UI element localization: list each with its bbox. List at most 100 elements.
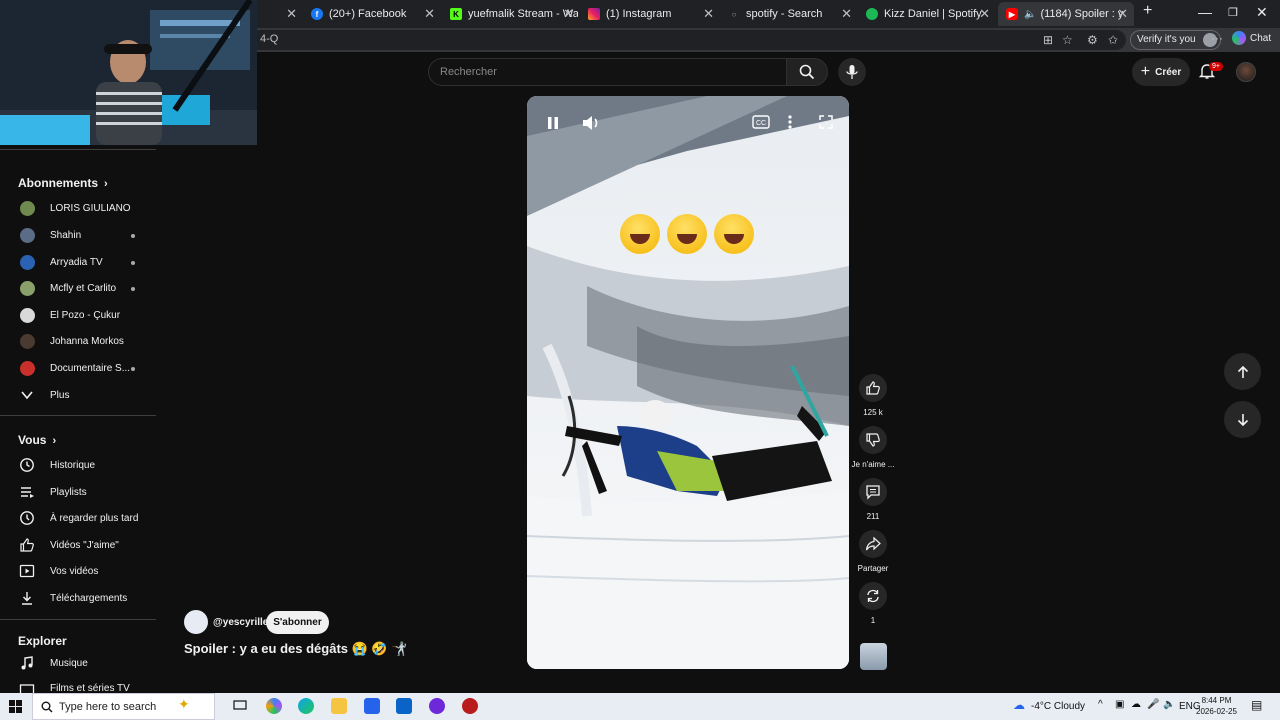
- favorites-icon[interactable]: ✩: [1108, 33, 1118, 47]
- more-options-button[interactable]: [787, 114, 793, 130]
- url-field[interactable]: 4-Q: [250, 30, 1126, 50]
- subscribe-button[interactable]: S'abonner: [266, 611, 329, 634]
- sidebar-item-playlists[interactable]: Playlists: [0, 479, 158, 505]
- sidebar-item-subscription[interactable]: LORIS GIULIANO: [0, 195, 158, 221]
- microphone-icon[interactable]: 🎤: [1147, 699, 1159, 710]
- tab-facebook[interactable]: f (20+) Facebook ✕: [303, 2, 441, 26]
- volume-button[interactable]: [581, 114, 601, 132]
- edge-browser-icon[interactable]: [298, 698, 314, 714]
- network-icon[interactable]: ▣: [1115, 699, 1124, 710]
- create-button[interactable]: + Créer: [1132, 58, 1190, 86]
- close-icon[interactable]: ✕: [703, 6, 714, 22]
- window-close-icon[interactable]: ✕: [1256, 4, 1268, 21]
- shorts-video-player[interactable]: CC: [527, 96, 849, 669]
- close-icon[interactable]: ✕: [563, 6, 574, 22]
- tab-label: (1184) Spoiler : y a eu d: [1040, 8, 1124, 20]
- remix-button[interactable]: [859, 582, 887, 610]
- downloads-icon: [19, 590, 35, 606]
- verify-profile-button[interactable]: Verify it's you: [1130, 30, 1221, 50]
- tab-instagram[interactable]: (1) Instagram ✕: [580, 2, 720, 26]
- new-content-dot: [131, 287, 135, 291]
- sound-thumbnail[interactable]: [860, 643, 887, 670]
- sidebar-item-subscription[interactable]: Mcfly et Carlito: [0, 275, 158, 301]
- you-header[interactable]: Vous ›: [18, 433, 56, 447]
- like-button[interactable]: [859, 374, 887, 402]
- tab-partial[interactable]: ✕: [258, 2, 303, 26]
- previous-video-button[interactable]: [1224, 353, 1261, 390]
- close-icon[interactable]: ✕: [1117, 6, 1128, 22]
- notification-center-icon[interactable]: ▤: [1251, 698, 1262, 712]
- microsoft-store-icon[interactable]: [364, 698, 380, 714]
- verify-label: Verify it's you: [1137, 34, 1196, 45]
- tab-kick[interactable]: K yuefmalik Stream - Watch Li ✕: [442, 2, 580, 26]
- playlists-label: Playlists: [50, 486, 87, 498]
- notification-badge: 9+: [1209, 62, 1223, 71]
- tab-youtube-active[interactable]: ▶ 🔈 (1184) Spoiler : y a eu d ✕: [998, 2, 1134, 26]
- chevron-up-icon[interactable]: ^: [1098, 699, 1103, 710]
- sidebar-item-your-videos[interactable]: Vos vidéos: [0, 558, 158, 584]
- tab-spotify[interactable]: Kizz Daniel | Spotify ✕: [858, 2, 996, 26]
- outlook-icon[interactable]: [396, 698, 412, 714]
- sidebar-item-movies[interactable]: Films et séries TV: [0, 677, 158, 693]
- extensions-icon[interactable]: ⚙: [1087, 33, 1098, 47]
- speaker-icon[interactable]: 🔈: [1163, 699, 1175, 710]
- search-button[interactable]: [786, 58, 828, 86]
- sidebar-item-subscription[interactable]: Arryadia TV: [0, 249, 158, 275]
- weather-label[interactable]: -4°C Cloudy: [1031, 701, 1085, 712]
- channel-name: El Pozo - Çukur: [50, 309, 121, 321]
- clock[interactable]: 8:44 PM 2026-02-25: [1196, 695, 1237, 717]
- video-title[interactable]: Spoiler : y a eu des dégâts 😭 🤣 🤺: [184, 641, 407, 657]
- search-highlight-icon[interactable]: ✦: [178, 696, 190, 713]
- voice-search-button[interactable]: [838, 58, 866, 86]
- obs-icon[interactable]: [462, 698, 478, 714]
- channel-handle[interactable]: @yescyrille: [213, 617, 268, 628]
- restore-icon[interactable]: ❐: [1228, 6, 1238, 19]
- playlists-icon: [19, 484, 35, 500]
- fullscreen-button[interactable]: [818, 114, 834, 130]
- speaker-icon[interactable]: 🔈: [1024, 9, 1036, 20]
- sidebar-item-watch-later[interactable]: À regarder plus tard: [0, 505, 158, 531]
- close-icon[interactable]: ✕: [979, 6, 990, 22]
- windows-start-icon[interactable]: [9, 700, 22, 713]
- search-input[interactable]: Rechercher: [428, 58, 786, 86]
- sidebar-item-liked-videos[interactable]: Vidéos "J'aime": [0, 532, 158, 558]
- close-icon[interactable]: ✕: [286, 6, 297, 22]
- sidebar-item-subscription[interactable]: El Pozo - Çukur: [0, 302, 158, 328]
- dislike-button[interactable]: [859, 426, 887, 454]
- sidebar-item-subscription[interactable]: Johanna Morkos: [0, 328, 158, 354]
- more-label: Plus: [50, 389, 70, 401]
- laughing-emoji-icon: [714, 214, 754, 254]
- onedrive-icon[interactable]: ☁: [1131, 699, 1141, 710]
- close-icon[interactable]: ✕: [424, 6, 435, 22]
- sidebar-item-history[interactable]: Historique: [0, 452, 158, 478]
- install-app-icon[interactable]: ⊞: [1043, 33, 1053, 47]
- copilot-icon[interactable]: [266, 698, 282, 714]
- watch-later-icon: [19, 510, 35, 526]
- weather-icon[interactable]: ☁: [1013, 698, 1025, 712]
- close-icon[interactable]: ✕: [841, 6, 852, 22]
- menu-dots-icon[interactable]: ···: [1211, 31, 1223, 45]
- new-tab-icon[interactable]: +: [1143, 2, 1152, 20]
- tab-spotify-search[interactable]: ○ spotify - Search ✕: [720, 2, 858, 26]
- comments-button[interactable]: [859, 478, 887, 506]
- movies-label: Films et séries TV: [50, 683, 130, 693]
- next-video-button[interactable]: [1224, 401, 1261, 438]
- sidebar-item-music[interactable]: Musique: [0, 650, 158, 676]
- discord-icon[interactable]: [429, 698, 445, 714]
- task-view-icon[interactable]: [233, 698, 249, 714]
- captions-button[interactable]: CC: [752, 114, 770, 130]
- file-explorer-icon[interactable]: [331, 698, 347, 714]
- sidebar-item-more[interactable]: Plus: [0, 382, 158, 408]
- sidebar-item-subscription[interactable]: Shahin: [0, 222, 158, 248]
- sidebar-item-subscription[interactable]: Documentaire S...: [0, 355, 158, 381]
- laughing-emojis: [620, 214, 761, 263]
- pause-button[interactable]: [544, 114, 562, 132]
- subscriptions-header[interactable]: Abonnements ›: [18, 176, 108, 190]
- bookmark-star-icon[interactable]: ☆: [1062, 33, 1073, 47]
- channel-avatar[interactable]: [184, 610, 208, 634]
- sidebar-item-downloads[interactable]: Téléchargements: [0, 585, 158, 611]
- share-button[interactable]: [859, 530, 887, 558]
- minimize-icon[interactable]: —: [1198, 4, 1212, 20]
- account-avatar[interactable]: [1236, 62, 1256, 82]
- copilot-chat-button[interactable]: Chat: [1232, 31, 1271, 45]
